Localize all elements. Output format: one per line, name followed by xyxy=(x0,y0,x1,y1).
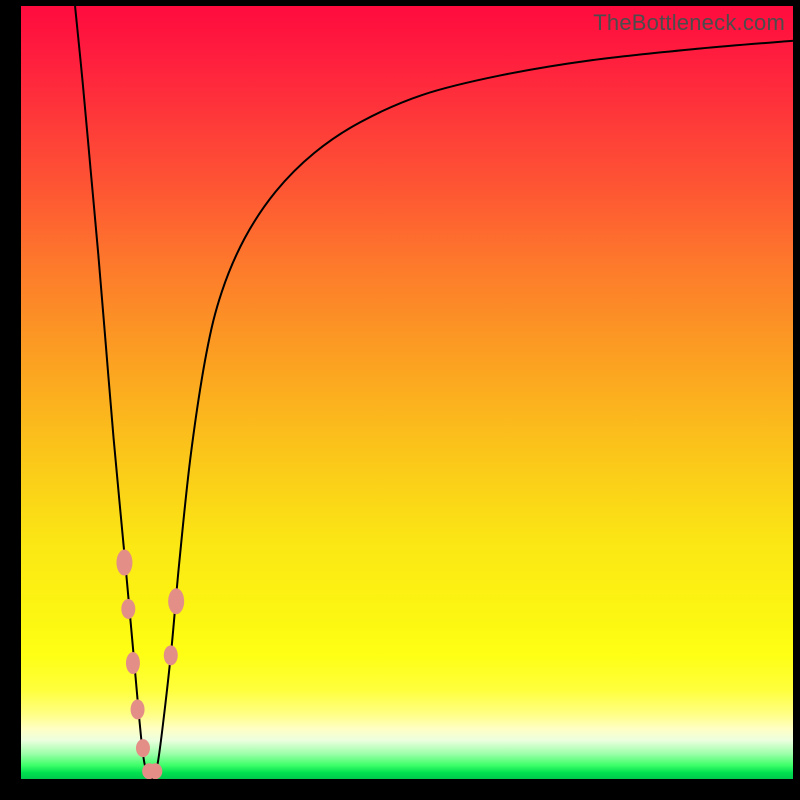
bottleneck-curve xyxy=(75,6,793,779)
curve-svg xyxy=(21,6,793,779)
chart-frame: TheBottleneck.com xyxy=(0,0,800,800)
watermark-text: TheBottleneck.com xyxy=(593,10,785,36)
plot-area: TheBottleneck.com xyxy=(21,6,793,779)
